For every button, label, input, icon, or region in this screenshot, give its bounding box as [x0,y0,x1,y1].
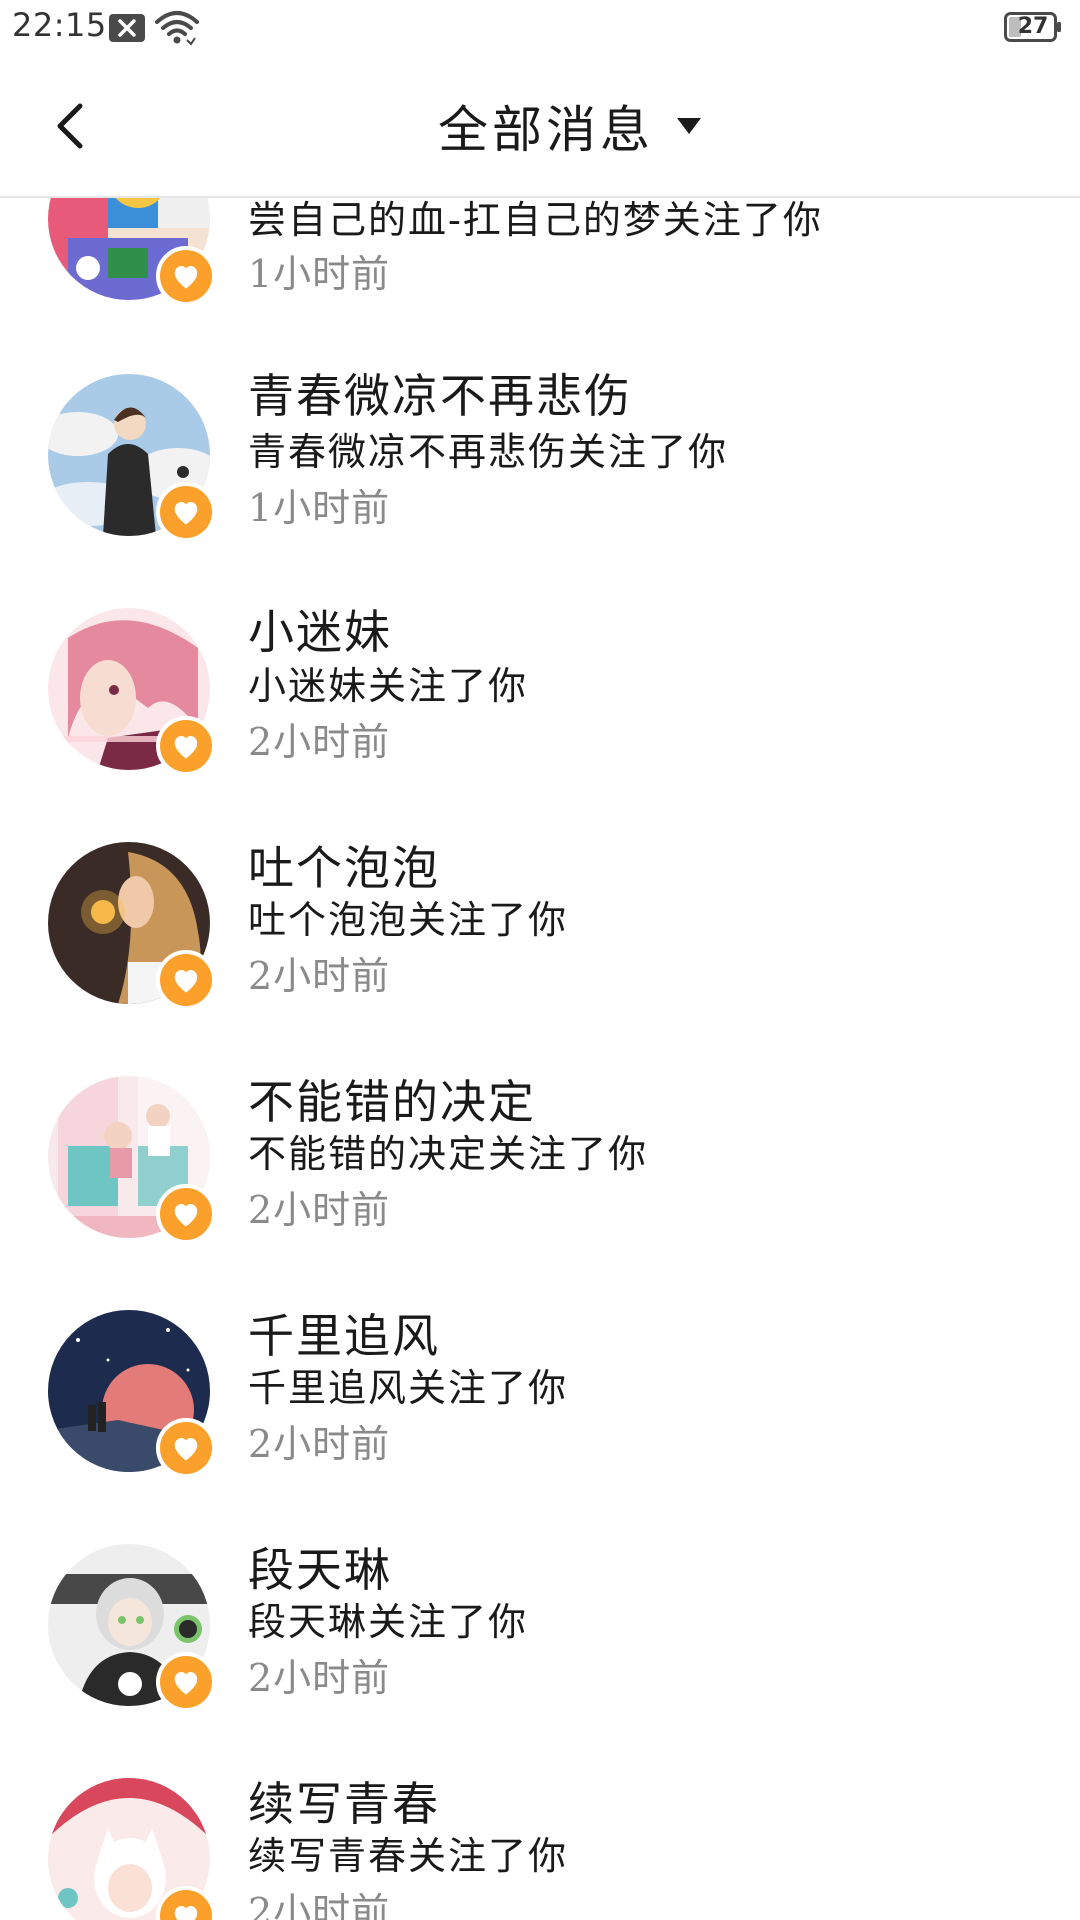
heart-icon [156,482,216,542]
message-text: 段天琳关注了你 [248,1600,529,1644]
nav-header: 全部消息 [0,56,1080,198]
list-item[interactable]: 吐个泡泡 吐个泡泡关注了你 2小时前 [0,841,1080,1076]
message-time: 2小时前 [248,1188,391,1232]
title-dropdown[interactable]: 全部消息 [0,56,1080,196]
caret-down-icon [677,118,701,134]
list-item[interactable]: 续写青春 续写青春关注了你 2小时前 [0,1777,1080,1920]
sender-name: 不能错的决定 [248,1075,536,1129]
heart-icon [156,1652,216,1712]
sender-name: 青春微凉不再悲伤 [248,369,632,423]
message-time: 2小时前 [248,954,391,998]
message-time: 2小时前 [248,1422,391,1466]
list-item[interactable]: 不能错的决定 不能错的决定关注了你 2小时前 [0,1075,1080,1310]
list-item[interactable]: 千里追风 千里追风关注了你 2小时前 [0,1309,1080,1544]
heart-icon [156,246,216,306]
message-text: 尝自己的血-扛自己的梦关注了你 [248,198,823,242]
list-item[interactable]: 青春微凉不再悲伤 青春微凉不再悲伤关注了你 1小时前 [0,369,1080,608]
message-time: 1小时前 [248,486,391,530]
battery-level: 27 [1017,14,1049,39]
message-text: 千里追风关注了你 [248,1366,569,1410]
sender-name: 小迷妹 [248,605,392,659]
message-text: 续写青春关注了你 [248,1834,569,1878]
status-time: 22:15 [12,6,107,44]
wifi-icon [155,10,199,46]
message-time: 2小时前 [248,1890,391,1920]
heart-icon [156,950,216,1010]
message-time: 2小时前 [248,720,391,764]
message-text: 吐个泡泡关注了你 [248,898,569,942]
heart-icon [156,1418,216,1478]
message-text: 不能错的决定关注了你 [248,1132,649,1176]
list-item[interactable]: 段天琳 段天琳关注了你 2小时前 [0,1543,1080,1778]
status-bar: 22:15 27 [0,0,1080,56]
message-time: 2小时前 [248,1656,391,1700]
message-text: 小迷妹关注了你 [248,664,529,708]
sender-name: 吐个泡泡 [248,841,440,895]
heart-icon [156,1184,216,1244]
page-title: 全部消息 [438,101,654,159]
message-time: 1小时前 [248,252,391,296]
message-text: 青春微凉不再悲伤关注了你 [248,430,729,474]
sender-name: 千里追风 [248,1309,440,1363]
notification-close-icon [109,14,145,42]
heart-icon [156,716,216,776]
sender-name: 续写青春 [248,1777,440,1831]
list-item[interactable]: 小迷妹 小迷妹关注了你 2小时前 [0,605,1080,842]
sender-name: 段天琳 [248,1543,392,1597]
message-list[interactable]: 尝自己的血-扛自己的梦关注了你 1小时前 青春微凉不再悲伤 青春微凉不再悲伤关注… [0,0,1080,1920]
